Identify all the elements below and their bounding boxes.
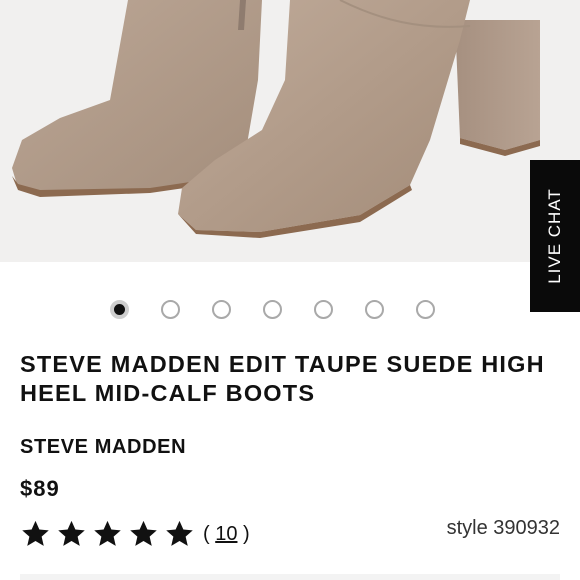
rating-row: ( 10 ) (20, 519, 250, 549)
product-title: STEVE MADDEN EDIT TAUPE SUEDE HIGH HEEL … (20, 351, 545, 406)
carousel-dot-2[interactable] (161, 300, 180, 319)
carousel-indicators (110, 300, 435, 319)
carousel-dot-4[interactable] (263, 300, 282, 319)
star-icon (166, 520, 193, 546)
carousel-dot-3[interactable] (212, 300, 231, 319)
live-chat-button[interactable]: LIVE CHAT (530, 160, 580, 312)
product-price: $89 (20, 476, 60, 501)
carousel-dot-7[interactable] (416, 300, 435, 319)
product-page: LIVE CHAT STEVE MADDEN EDIT TAUPE SUEDE … (0, 0, 580, 580)
review-count-open: ( (203, 522, 216, 545)
carousel-dot-1[interactable] (110, 300, 129, 319)
style-number: style 390932 (446, 517, 560, 539)
brand-link[interactable]: STEVE MADDEN (20, 436, 186, 459)
star-icon (94, 520, 121, 546)
live-chat-label: LIVE CHAT (545, 188, 564, 284)
carousel-dot-5[interactable] (314, 300, 333, 319)
star-rating (20, 519, 195, 549)
star-icon (130, 520, 157, 546)
review-count-close: ) (237, 522, 250, 545)
section-divider (20, 574, 560, 580)
star-icon (58, 520, 85, 546)
boots-photo (0, 0, 580, 262)
product-image[interactable] (0, 0, 580, 262)
review-count-link[interactable]: ( 10 ) (203, 523, 250, 546)
carousel-dot-6[interactable] (365, 300, 384, 319)
review-count-number: 10 (215, 522, 238, 545)
star-icon (22, 520, 49, 546)
